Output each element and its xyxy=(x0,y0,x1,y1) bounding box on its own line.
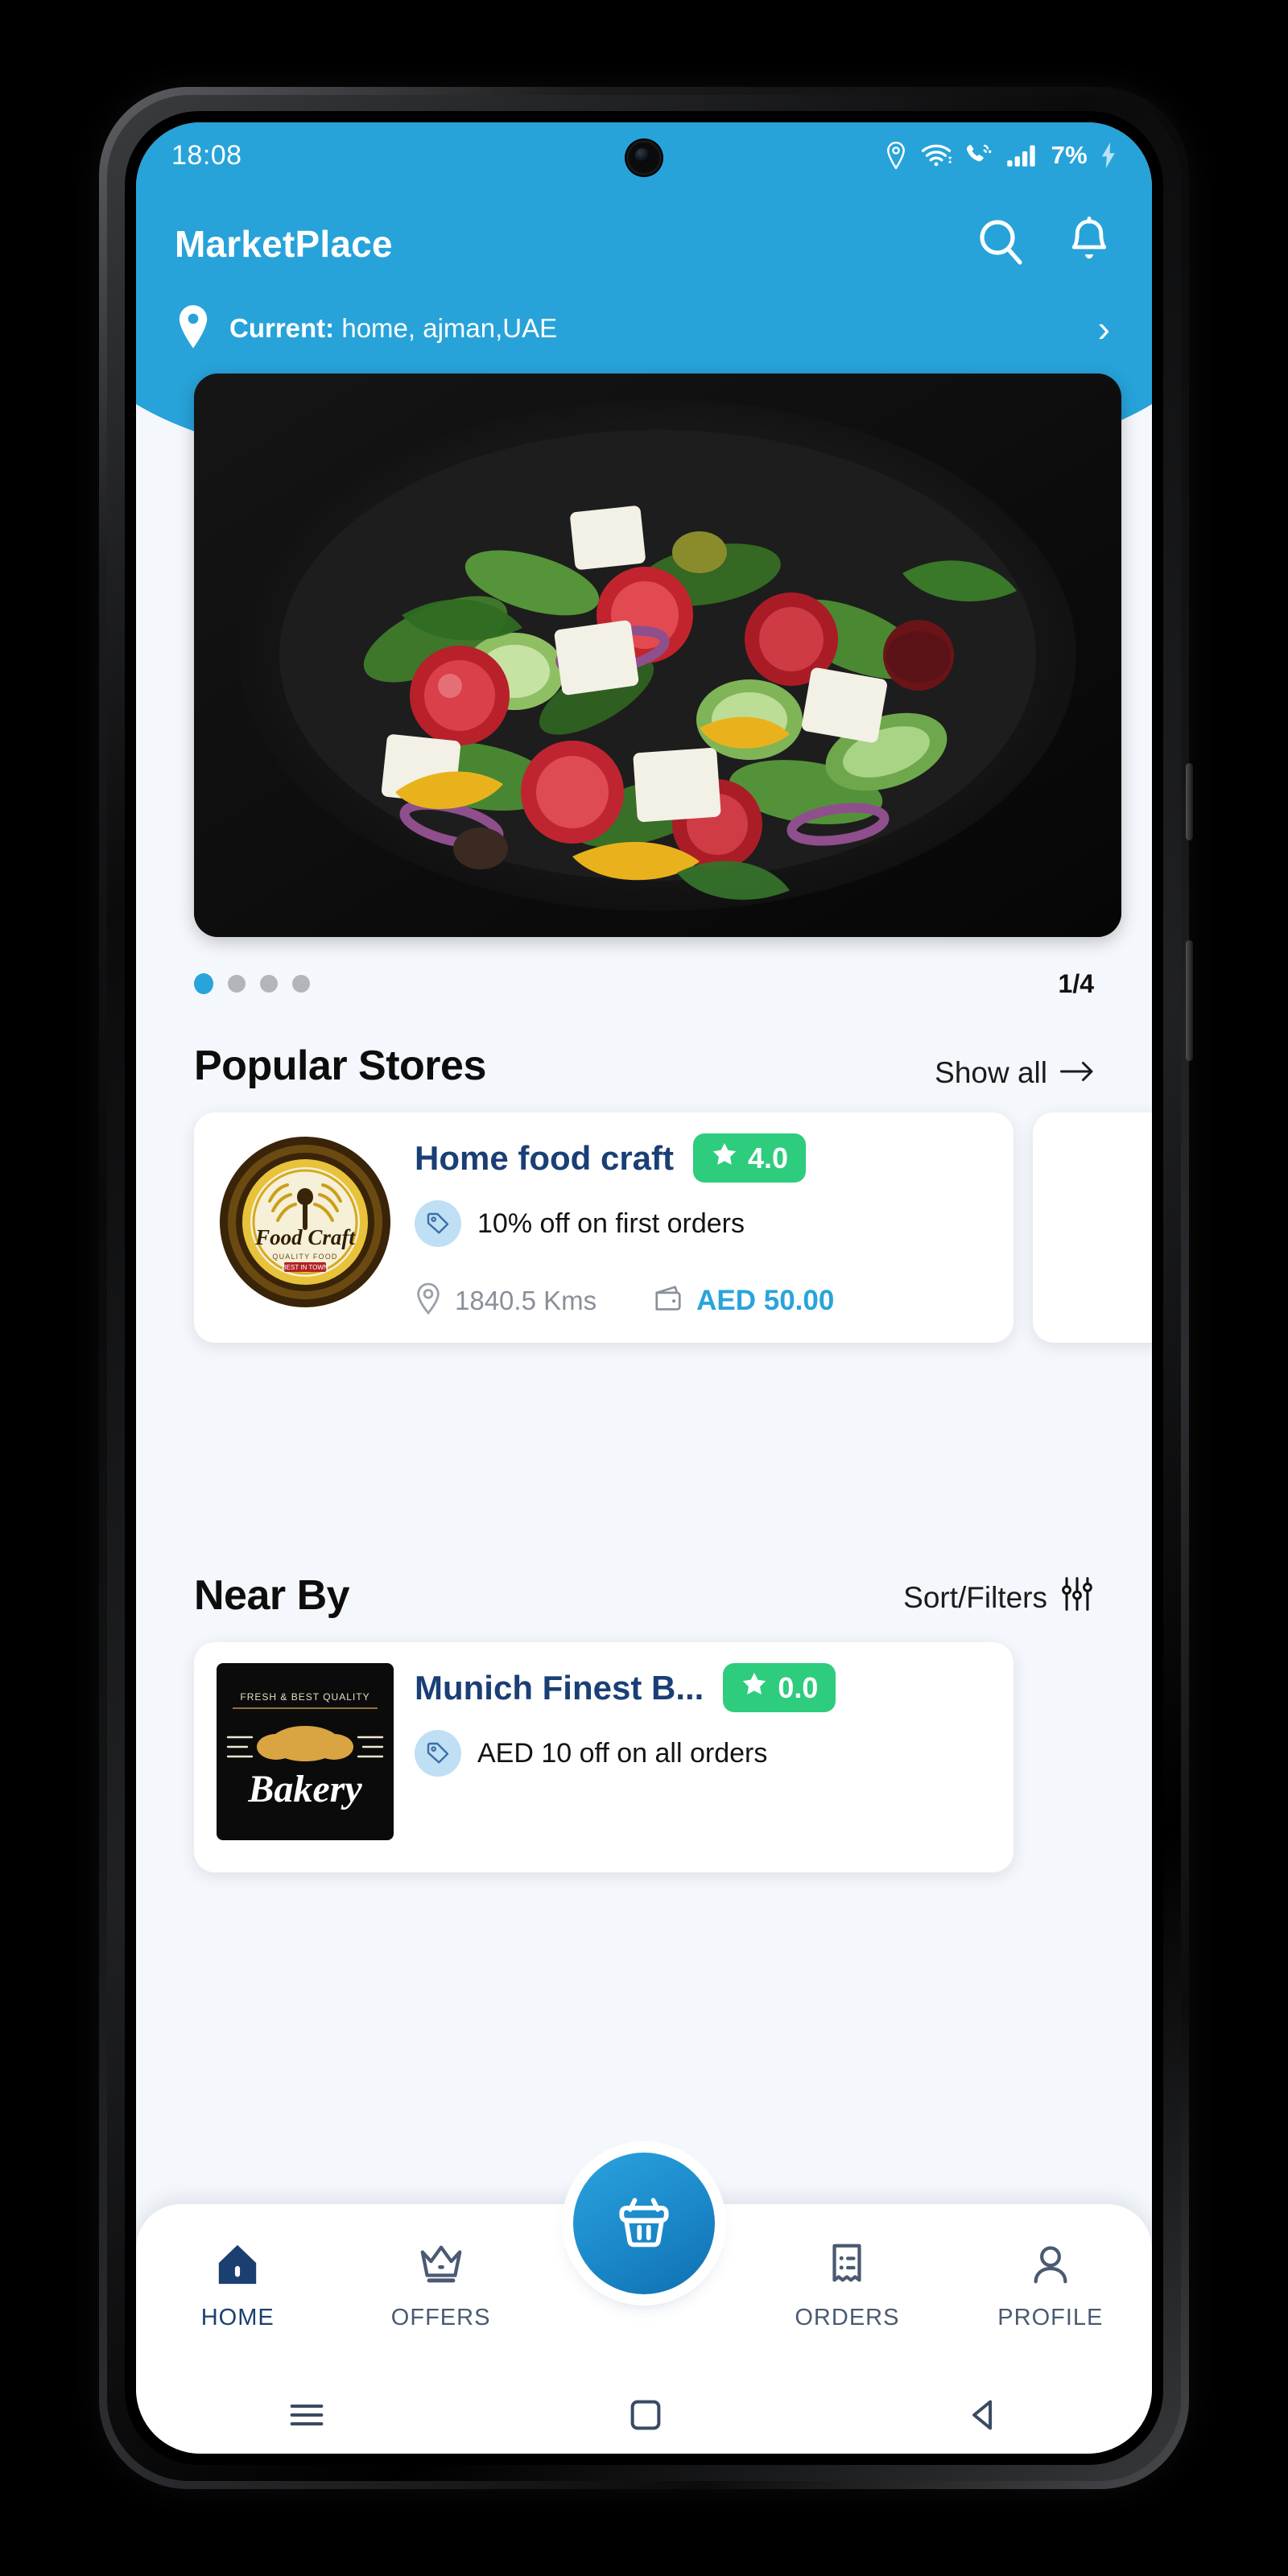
popular-store-card[interactable]: Food Craft QUALITY FOOD BEST IN TOWN Hom… xyxy=(194,1113,1013,1343)
wallet-icon xyxy=(653,1284,683,1317)
crown-icon xyxy=(418,2241,464,2292)
search-icon[interactable] xyxy=(975,217,1026,272)
nav-item-profile[interactable]: PROFILE xyxy=(949,2241,1152,2331)
sort-filters-label: Sort/Filters xyxy=(903,1580,1047,1614)
carousel-dot-3[interactable] xyxy=(260,975,278,993)
location-label: Current: xyxy=(229,313,335,343)
wifi-icon xyxy=(921,142,952,168)
star-icon xyxy=(741,1670,768,1705)
popular-stores-title: Popular Stores xyxy=(194,1042,486,1089)
carousel-dot-1[interactable] xyxy=(194,973,213,994)
svg-text:FRESH & BEST QUALITY: FRESH & BEST QUALITY xyxy=(240,1691,369,1703)
svg-text:Food Craft: Food Craft xyxy=(254,1225,356,1249)
promo-banner-image[interactable] xyxy=(194,374,1121,937)
page-title: MarketPlace xyxy=(175,223,393,265)
nav-item-offers[interactable]: OFFERS xyxy=(339,2241,542,2331)
show-all-button[interactable]: Show all xyxy=(935,1056,1094,1090)
nav-label-home: HOME xyxy=(200,2305,275,2330)
near-by-card[interactable]: FRESH & BEST QUALITY Bakery Munich Fines… xyxy=(194,1642,1013,1872)
tag-icon xyxy=(415,1730,461,1777)
nav-label-profile: PROFILE xyxy=(997,2305,1104,2330)
store-logo: Food Craft QUALITY FOOD BEST IN TOWN xyxy=(217,1133,394,1311)
menu-icon[interactable] xyxy=(289,2401,324,2429)
nav-label-orders: ORDERS xyxy=(795,2305,900,2330)
star-icon xyxy=(711,1141,738,1175)
map-pin-icon xyxy=(175,304,212,353)
offer-text: AED 10 off on all orders xyxy=(477,1737,768,1769)
status-icons: 7% xyxy=(884,141,1117,170)
volume-button[interactable] xyxy=(1186,763,1193,840)
store-offer: AED 10 off on all orders xyxy=(415,1730,991,1777)
bell-icon[interactable] xyxy=(1065,216,1113,272)
rating-value: 4.0 xyxy=(748,1141,789,1174)
phone-bezel: 18:08 7% MarketPlace Current: home, ajma… xyxy=(125,111,1163,2465)
rating-badge: 4.0 xyxy=(693,1133,807,1183)
android-system-bar xyxy=(136,2376,1152,2454)
current-location-row[interactable]: Current: home, ajman,UAE › xyxy=(136,296,1152,361)
square-icon[interactable] xyxy=(630,2399,662,2431)
store-name: Munich Finest B... xyxy=(415,1668,704,1707)
svg-text:BEST IN TOWN: BEST IN TOWN xyxy=(282,1264,328,1271)
nav-label-offers: OFFERS xyxy=(390,2305,491,2330)
store-offer: 10% off on first orders xyxy=(415,1200,991,1247)
phone-frame-inner: 18:08 7% MarketPlace Current: home, ajma… xyxy=(107,95,1181,2481)
person-icon xyxy=(1027,2241,1074,2292)
nav-item-home[interactable]: HOME xyxy=(136,2241,339,2331)
rating-badge: 0.0 xyxy=(723,1663,836,1712)
store-name: Home food craft xyxy=(415,1138,675,1177)
offer-text: 10% off on first orders xyxy=(477,1208,745,1239)
chevron-right-icon[interactable]: › xyxy=(1098,310,1113,347)
home-icon xyxy=(214,2241,261,2292)
store-min-order: AED 50.00 xyxy=(653,1284,834,1317)
status-time: 18:08 xyxy=(171,139,242,171)
app-bar-actions xyxy=(975,216,1113,272)
map-pin-icon xyxy=(415,1282,442,1319)
screenshot-root: 18:08 7% MarketPlace Current: home, ajma… xyxy=(0,0,1288,2576)
near-by-header: Near By Sort/Filters xyxy=(136,1563,1152,1620)
nav-item-orders[interactable]: ORDERS xyxy=(745,2241,948,2331)
carousel-dots[interactable] xyxy=(194,973,310,994)
svg-text:Bakery: Bakery xyxy=(247,1768,362,1810)
charging-bolt-icon xyxy=(1100,142,1117,168)
rating-value: 0.0 xyxy=(778,1670,819,1704)
phone-screen: 18:08 7% MarketPlace Current: home, ajma… xyxy=(136,122,1152,2454)
near-by-title: Near By xyxy=(194,1572,350,1619)
location-icon xyxy=(884,142,908,169)
arrow-right-icon xyxy=(1060,1056,1094,1090)
tag-icon xyxy=(415,1200,461,1247)
carousel-counter: 1/4 xyxy=(1058,968,1094,998)
distance-value: 1840.5 Kms xyxy=(455,1285,597,1315)
store-info: Home food craft 4.0 10% off on first ord… xyxy=(415,1133,991,1322)
store-logo: FRESH & BEST QUALITY Bakery xyxy=(217,1663,394,1840)
carousel-indicator-row: 1/4 xyxy=(136,960,1152,1008)
bottom-navigation: HOME OFFERS ORDERS PROFILE xyxy=(136,2153,1152,2454)
carousel-dot-4[interactable] xyxy=(292,975,310,993)
popular-store-card-next-peek[interactable] xyxy=(1033,1113,1152,1343)
battery-percentage: 7% xyxy=(1051,141,1088,169)
min-order-value: AED 50.00 xyxy=(696,1284,835,1316)
show-all-label: Show all xyxy=(935,1056,1047,1089)
location-text: Current: home, ajman,UAE xyxy=(229,313,1080,344)
phone-device-frame: 18:08 7% MarketPlace Current: home, ajma… xyxy=(99,87,1193,2489)
filter-sliders-icon xyxy=(1060,1575,1094,1620)
triangle-back-icon[interactable] xyxy=(967,2399,999,2431)
sort-filters-button[interactable]: Sort/Filters xyxy=(903,1575,1094,1620)
store-distance: 1840.5 Kms xyxy=(415,1282,597,1319)
power-button[interactable] xyxy=(1186,940,1193,1061)
popular-stores-header: Popular Stores Show all xyxy=(136,1034,1152,1090)
store-meta: 1840.5 Kms AED 50.00 xyxy=(415,1282,991,1322)
cellular-bars-icon xyxy=(1006,142,1038,168)
svg-text:QUALITY FOOD: QUALITY FOOD xyxy=(272,1253,337,1261)
front-camera xyxy=(626,140,662,175)
store-info: Munich Finest B... 0.0 AED 10 off on all… xyxy=(415,1663,991,1852)
receipt-icon xyxy=(824,2241,870,2292)
app-bar: MarketPlace xyxy=(136,200,1152,288)
bottom-nav-items: HOME OFFERS ORDERS PROFILE xyxy=(136,2241,1152,2331)
location-value: home, ajman,UAE xyxy=(341,313,558,343)
call-signal-icon xyxy=(964,142,993,168)
carousel-dot-2[interactable] xyxy=(228,975,246,993)
